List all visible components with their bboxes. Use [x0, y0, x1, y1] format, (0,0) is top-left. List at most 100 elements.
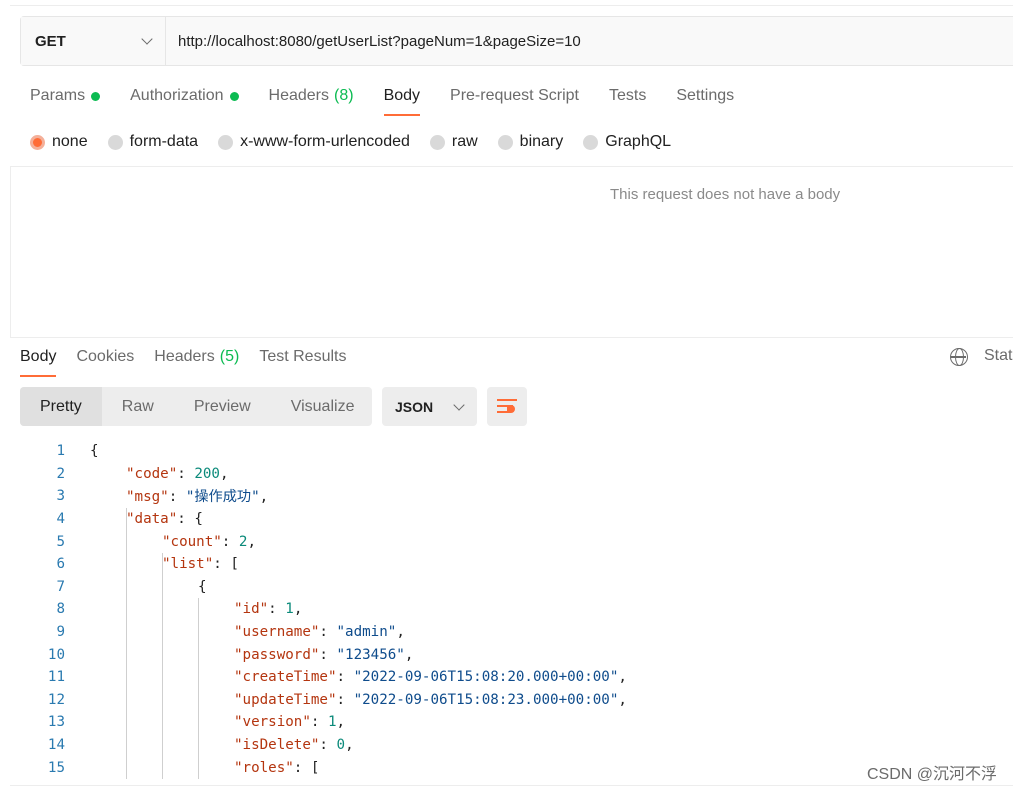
tab-label: Settings: [676, 87, 735, 104]
body-type-radios: none form-data x-www-form-urlencoded raw…: [30, 132, 691, 152]
code-line: 12 "updateTime": "2022-09-06T15:08:23.000…: [20, 689, 627, 712]
radio-x-www-form-urlencoded[interactable]: x-www-form-urlencoded: [218, 132, 410, 152]
wrap-lines-button[interactable]: [487, 387, 527, 426]
line-number: 8: [56, 601, 65, 618]
code-text: "roles": [: [234, 759, 320, 776]
line-number: 1: [56, 443, 65, 460]
request-tabs: Params Authorization Headers (8) Body Pr…: [30, 86, 764, 116]
radio-icon: [107, 134, 123, 150]
tab-count: (5): [219, 348, 240, 365]
tab-headers[interactable]: Headers (8): [269, 86, 354, 106]
line-number: 11: [47, 669, 65, 686]
tab-label: Headers: [268, 87, 329, 104]
code-text: "code": 200,: [126, 465, 229, 482]
view-pretty-button[interactable]: Pretty: [20, 387, 102, 426]
tab-tests[interactable]: Tests: [609, 86, 646, 106]
tab-params[interactable]: Params: [30, 86, 101, 106]
code-line: 11 "createTime": "2022-09-06T15:08:20.000…: [20, 666, 627, 689]
wrap-lines-icon: [497, 399, 517, 401]
format-label: JSON: [395, 398, 434, 415]
watermark: CSDN @沉河不浮: [866, 766, 997, 783]
code-line: 15 "roles": [: [20, 756, 320, 779]
radio-label: raw: [451, 133, 478, 150]
code-line: 9 "username": "admin",: [20, 621, 404, 644]
format-select[interactable]: JSON: [382, 387, 477, 426]
tab-label: Params: [30, 87, 86, 104]
code-text: "createTime": "2022-09-06T15:08:20.000+0…: [234, 669, 627, 686]
tab-label: Authorization: [130, 87, 224, 104]
radio-raw[interactable]: raw: [429, 132, 478, 152]
response-tabs: Body Cookies Headers (5) Test Results: [20, 347, 366, 377]
divider: [10, 166, 1013, 167]
tab-settings[interactable]: Settings: [676, 86, 734, 106]
tab-label: Body: [20, 348, 57, 365]
radio-form-data[interactable]: form-data: [107, 132, 199, 152]
code-line: 14 "isDelete": 0,: [20, 734, 354, 757]
tab-pre-request-script[interactable]: Pre-request Script: [450, 86, 579, 106]
globe-icon[interactable]: [950, 348, 968, 366]
radio-binary[interactable]: binary: [497, 132, 564, 152]
line-number: 3: [56, 488, 65, 505]
code-text: {: [90, 443, 99, 460]
line-number: 5: [56, 533, 65, 550]
code-text: "list": [: [162, 556, 239, 573]
code-text: "updateTime": "2022-09-06T15:08:23.000+0…: [234, 691, 627, 708]
line-number: 2: [56, 465, 65, 482]
code-line: 13 "version": 1,: [20, 711, 345, 734]
line-number: 6: [56, 556, 65, 573]
code-line: 3 "msg": "操作成功",: [20, 485, 268, 508]
code-line: 2 "code": 200,: [20, 463, 228, 486]
code-text: "password": "123456",: [234, 646, 414, 663]
code-text: "data": {: [126, 511, 203, 528]
divider: [10, 785, 1013, 786]
line-number: 4: [56, 511, 65, 528]
url-input[interactable]: http://localhost:8080/getUserList?pageNu…: [166, 17, 1013, 65]
line-number: 13: [47, 714, 65, 731]
tab-label: Cookies: [76, 348, 135, 365]
status-dot-icon: [91, 91, 101, 101]
radio-none[interactable]: none: [30, 132, 88, 152]
top-divider: [10, 5, 1013, 6]
radio-label: x-www-form-urlencoded: [240, 133, 410, 150]
radio-graphql[interactable]: GraphQL: [583, 132, 671, 152]
response-tab-headers[interactable]: Headers (5): [154, 347, 239, 367]
radio-icon: [429, 134, 445, 150]
response-body-code[interactable]: 1{2 "code": 200, 3 "msg": "操作成功", 4 "data": {…: [20, 440, 627, 779]
code-text: {: [198, 578, 207, 595]
divider: [10, 337, 1013, 338]
line-number: 9: [56, 624, 65, 641]
view-visualize-button[interactable]: Visualize: [271, 387, 375, 426]
tab-label: Body: [383, 87, 421, 104]
divider: [10, 166, 11, 338]
code-line: 5 "count": 2,: [20, 530, 256, 553]
response-tab-body[interactable]: Body: [20, 347, 57, 377]
radio-label: binary: [519, 133, 564, 150]
wrap-lines-icon: [507, 405, 515, 413]
indent-guide: [198, 598, 199, 779]
response-tab-test-results[interactable]: Test Results: [259, 347, 346, 367]
code-text: "version": 1,: [234, 714, 346, 731]
status-label: Status: [984, 347, 1013, 364]
tab-label: Pre-request Script: [450, 87, 579, 104]
code-line: 1{: [20, 440, 98, 463]
radio-label: form-data: [129, 133, 199, 150]
radio-selected-icon: [30, 134, 45, 150]
tab-label: Tests: [608, 87, 647, 104]
code-line: 6 "list": [: [20, 553, 238, 576]
code-text: "count": 2,: [162, 533, 256, 550]
view-raw-button[interactable]: Raw: [102, 387, 174, 426]
tab-body[interactable]: Body: [383, 86, 421, 116]
code-line: 10 "password": "123456",: [20, 643, 414, 666]
method-select[interactable]: GET: [21, 17, 166, 65]
tab-label: Headers: [154, 348, 215, 365]
no-body-message: This request does not have a body: [610, 186, 841, 203]
chevron-down-icon: [453, 398, 465, 411]
indent-guide: [126, 507, 127, 779]
radio-label: none: [52, 133, 88, 150]
chevron-down-icon: [141, 33, 153, 45]
request-url-bar: GET http://localhost:8080/getUserList?pa…: [20, 16, 1013, 66]
view-preview-button[interactable]: Preview: [174, 387, 271, 426]
radio-icon: [583, 134, 599, 150]
response-tab-cookies[interactable]: Cookies: [76, 347, 134, 367]
tab-authorization[interactable]: Authorization: [130, 86, 239, 106]
